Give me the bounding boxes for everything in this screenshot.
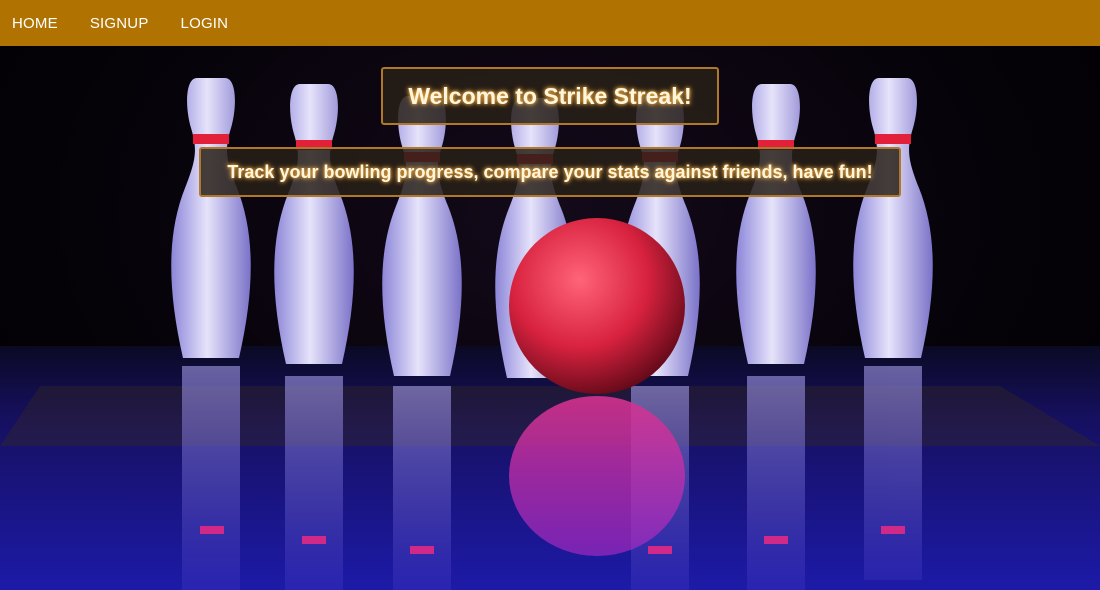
bowling-scene-image: [0, 78, 1100, 590]
navbar: HOME SIGNUP LOGIN: [0, 0, 1100, 46]
nav-home-link[interactable]: HOME: [12, 15, 58, 32]
welcome-title: Welcome to Strike Streak!: [381, 67, 719, 125]
tagline: Track your bowling progress, compare you…: [199, 147, 901, 197]
nav-signup-link[interactable]: SIGNUP: [90, 15, 149, 32]
nav-login-link[interactable]: LOGIN: [181, 15, 229, 32]
hero-background-image: [0, 46, 1100, 590]
